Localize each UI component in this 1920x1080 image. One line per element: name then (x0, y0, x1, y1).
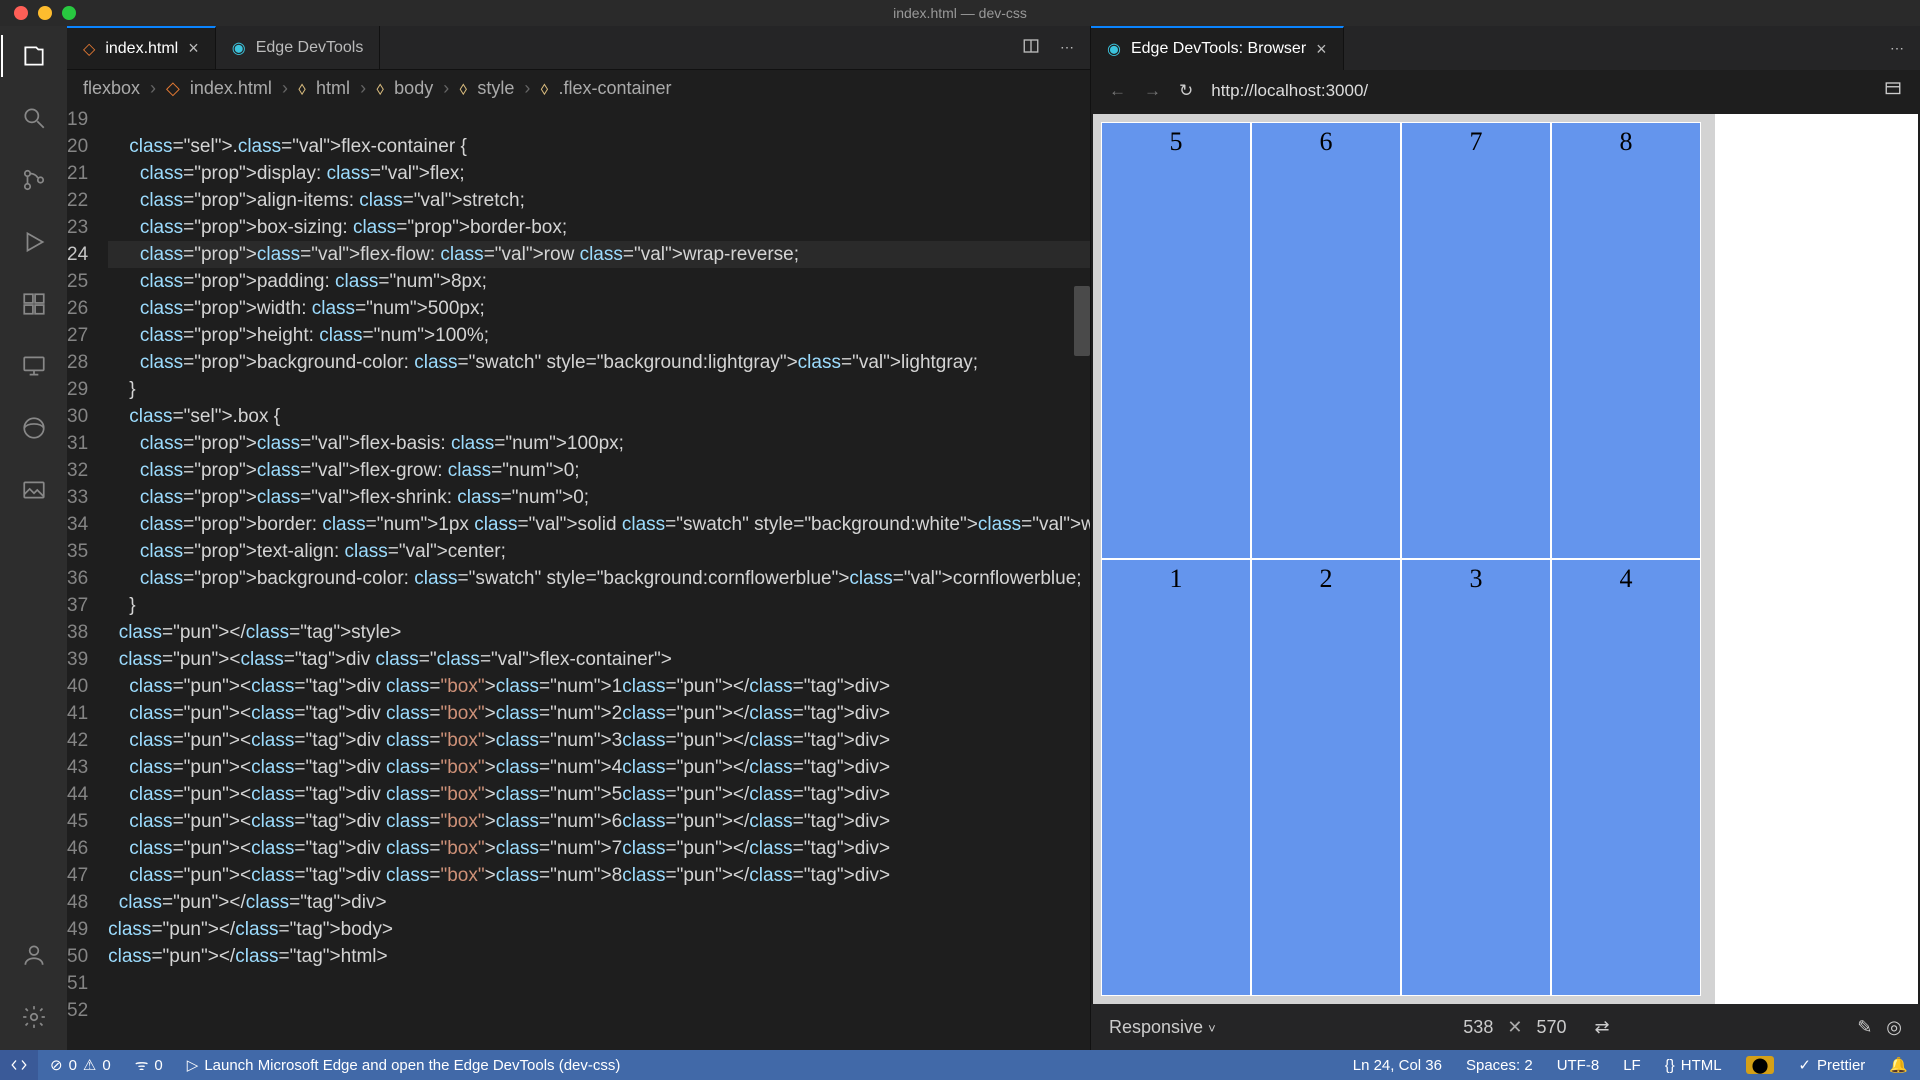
source-control-icon[interactable] (19, 165, 49, 195)
explorer-icon[interactable] (19, 41, 49, 71)
prettier-status[interactable]: ✓ Prettier (1786, 1056, 1877, 1074)
error-icon: ⊘ (50, 1056, 63, 1074)
scrollbar[interactable] (1074, 106, 1090, 1050)
warning-icon: ⚠ (83, 1056, 96, 1074)
code-editor[interactable]: 1920212223242526272829303132333435363738… (67, 106, 1090, 1050)
close-icon[interactable]: × (188, 38, 199, 59)
forward-button[interactable]: → (1144, 81, 1161, 101)
status-bar: ⊘0 ⚠0 ᯤ0 ▷Launch Microsoft Edge and open… (0, 1050, 1920, 1080)
breadcrumb-selector[interactable]: .flex-container (558, 78, 671, 99)
flex-container-preview: 12345678 (1093, 114, 1715, 1004)
tab-label: Edge DevTools: Browser (1131, 40, 1306, 58)
tab-edge-devtools[interactable]: ◉ Edge DevTools (216, 26, 381, 69)
browser-tabs: ◉ Edge DevTools: Browser × ⋯ (1091, 26, 1920, 70)
editor-area: ◇ index.html × ◉ Edge DevTools ⋯ flexbox… (67, 26, 1090, 1050)
preview-box: 2 (1251, 559, 1401, 996)
back-button[interactable]: ← (1109, 81, 1126, 101)
problems-status[interactable]: ⊘0 ⚠0 (38, 1056, 123, 1074)
preview-box: 7 (1401, 122, 1551, 559)
breadcrumb-root[interactable]: flexbox (83, 78, 140, 99)
preview-box: 4 (1551, 559, 1701, 996)
tab-label: Edge DevTools (256, 39, 364, 57)
preview-box: 5 (1101, 122, 1251, 559)
viewport-width[interactable]: 538 (1463, 1017, 1493, 1038)
code-lines[interactable]: class="sel">.class="val">flex-container … (108, 106, 1090, 1050)
tab-edge-browser[interactable]: ◉ Edge DevTools: Browser × (1091, 26, 1344, 70)
settings-gear-icon[interactable] (19, 1002, 49, 1032)
close-icon[interactable]: × (1316, 39, 1327, 60)
window-controls (0, 6, 76, 20)
image-icon[interactable] (19, 475, 49, 505)
open-devtools-icon[interactable] (1884, 80, 1902, 103)
dimension-x: ✕ (1507, 1017, 1522, 1038)
remote-explorer-icon[interactable] (19, 351, 49, 381)
viewport-height[interactable]: 570 (1536, 1017, 1566, 1038)
url-input[interactable] (1211, 81, 1866, 101)
notifications-icon[interactable]: 🔔 (1877, 1056, 1920, 1074)
extensions-icon[interactable] (19, 289, 49, 319)
split-editor-icon[interactable] (1022, 37, 1040, 58)
launch-edge-status[interactable]: ▷Launch Microsoft Edge and open the Edge… (175, 1056, 633, 1074)
breadcrumb-file[interactable]: index.html (190, 78, 272, 99)
preview-box: 6 (1251, 122, 1401, 559)
address-bar: ← → ↻ (1091, 70, 1920, 112)
close-window-button[interactable] (14, 6, 28, 20)
search-icon[interactable] (19, 103, 49, 133)
run-debug-icon[interactable] (19, 227, 49, 257)
line-gutter: 1920212223242526272829303132333435363738… (67, 106, 108, 1050)
inspect-icon[interactable]: ◎ (1886, 1017, 1902, 1038)
edge-tools-icon[interactable] (19, 413, 49, 443)
ports-status[interactable]: ᯤ0 (123, 1055, 175, 1075)
cursor-position[interactable]: Ln 24, Col 36 (1341, 1057, 1454, 1074)
encoding-status[interactable]: UTF-8 (1545, 1057, 1612, 1074)
launch-icon: ▷ (187, 1056, 199, 1074)
broadcast-icon: ᯤ (135, 1055, 149, 1075)
browser-panel: ◉ Edge DevTools: Browser × ⋯ ← → ↻ 12345… (1090, 26, 1920, 1050)
titlebar: index.html — dev-css (0, 0, 1920, 26)
indentation-status[interactable]: Spaces: 2 (1454, 1057, 1545, 1074)
more-actions-icon[interactable]: ⋯ (1890, 40, 1904, 57)
preview-box: 1 (1101, 559, 1251, 996)
minimize-window-button[interactable] (38, 6, 52, 20)
language-mode[interactable]: {} HTML (1653, 1057, 1734, 1074)
maximize-window-button[interactable] (62, 6, 76, 20)
preview-box: 8 (1551, 122, 1701, 559)
breadcrumb-html[interactable]: html (316, 78, 350, 99)
eol-status[interactable]: LF (1611, 1057, 1653, 1074)
breadcrumb[interactable]: flexbox› ◇index.html› ⬨html› ⬨body› ⬨sty… (67, 70, 1090, 106)
edge-icon: ◉ (1107, 39, 1121, 59)
device-toolbar: Responsive ˅ 538 ✕ 570 ⇄ ✎ ◎ (1091, 1004, 1920, 1050)
edge-icon: ◉ (232, 38, 246, 58)
tab-index-html[interactable]: ◇ index.html × (67, 26, 216, 69)
rotate-icon[interactable]: ⇄ (1594, 1017, 1609, 1038)
remote-indicator[interactable] (0, 1050, 38, 1080)
tab-label: index.html (105, 40, 178, 58)
status-badge[interactable]: ⬤ (1734, 1056, 1787, 1074)
editor-tabs: ◇ index.html × ◉ Edge DevTools ⋯ (67, 26, 1090, 70)
preview-box: 3 (1401, 559, 1551, 996)
edit-icon[interactable]: ✎ (1857, 1017, 1872, 1038)
html-file-icon: ◇ (83, 39, 95, 59)
reload-button[interactable]: ↻ (1179, 81, 1193, 101)
window-title: index.html — dev-css (893, 5, 1027, 21)
breadcrumb-style[interactable]: style (477, 78, 514, 99)
breadcrumb-body[interactable]: body (394, 78, 433, 99)
scrollbar-thumb[interactable] (1074, 286, 1090, 356)
device-mode[interactable]: Responsive ˅ (1109, 1017, 1216, 1038)
browser-viewport[interactable]: 12345678 (1093, 114, 1918, 1004)
activity-bar (0, 26, 67, 1050)
accounts-icon[interactable] (19, 940, 49, 970)
more-actions-icon[interactable]: ⋯ (1060, 39, 1074, 56)
